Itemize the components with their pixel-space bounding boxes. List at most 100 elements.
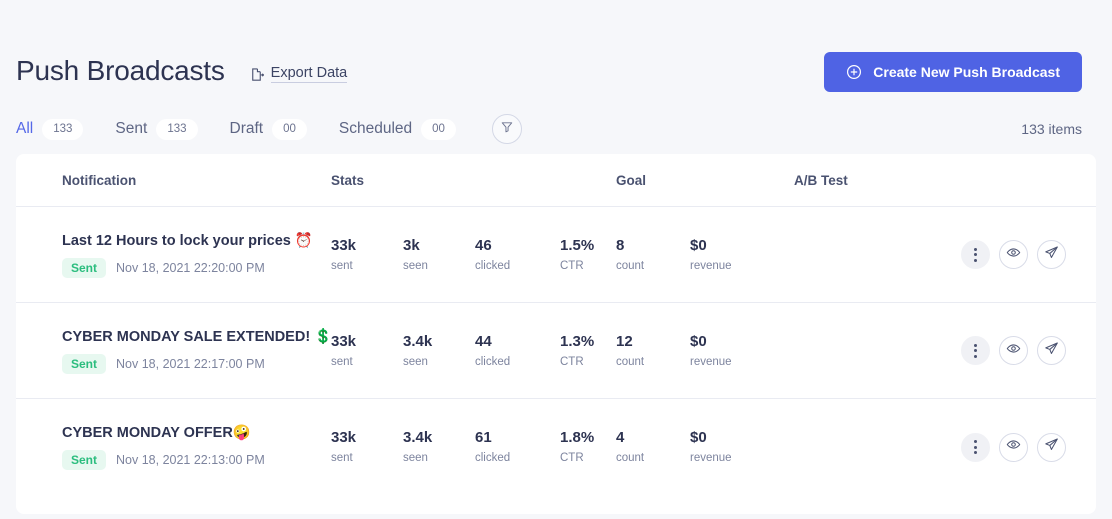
stat-ctr-value: 1.8% xyxy=(560,429,595,446)
status-badge: Sent xyxy=(62,450,107,470)
funnel-filter-icon xyxy=(500,120,514,139)
row-actions xyxy=(961,240,1066,269)
create-button-label: Create New Push Broadcast xyxy=(873,64,1060,80)
more-options-button[interactable] xyxy=(961,432,990,462)
stat-sent-label: sent xyxy=(331,259,353,272)
stat-ctr-value: 1.3% xyxy=(560,332,595,350)
tab-sent-label: Sent xyxy=(115,120,148,137)
stat-sent: 33k sent xyxy=(331,237,403,273)
stat-sent: 33k sent xyxy=(331,429,403,465)
more-options-button[interactable] xyxy=(961,336,990,365)
filter-tabs-bar: All 133 Sent 133 Draft 00 Scheduled 00 1… xyxy=(0,104,1112,154)
stat-clicked-value: 61 xyxy=(475,429,492,446)
notification-cell: CYBER MONDAY OFFER🤪 Sent Nov 18, 2021 22… xyxy=(46,424,331,470)
stat-revenue: $0 revenue xyxy=(690,237,764,273)
stats-cell: 33k sent 3.4k seen 61 clicked 1.8% CTR xyxy=(331,429,616,465)
stat-ctr-label: CTR xyxy=(560,355,584,368)
tab-sent-count: 133 xyxy=(156,118,198,140)
tab-all-label: All xyxy=(16,120,34,137)
create-new-push-broadcast-button[interactable]: Create New Push Broadcast xyxy=(824,52,1082,92)
stat-clicked: 44 clicked xyxy=(475,333,560,369)
stat-sent: 33k sent xyxy=(331,333,403,369)
column-header-notification: Notification xyxy=(62,172,137,188)
export-data-label: Export Data xyxy=(270,65,348,83)
filter-button[interactable] xyxy=(491,114,522,144)
notification-cell: Last 12 Hours to lock your prices ⏰ Sent… xyxy=(46,232,331,278)
eye-icon xyxy=(1006,245,1021,265)
stat-revenue: $0 revenue xyxy=(690,429,764,465)
preview-button[interactable] xyxy=(999,240,1028,269)
stat-sent-label: sent xyxy=(331,452,353,464)
stat-clicked-value: 44 xyxy=(475,332,492,350)
table-row[interactable]: Last 12 Hours to lock your prices ⏰ Sent… xyxy=(16,207,1096,303)
stat-seen-value: 3k xyxy=(403,236,420,254)
table-header-row: Notification Stats Goal A/B Test xyxy=(16,154,1096,207)
tab-sent[interactable]: Sent 133 xyxy=(115,118,198,140)
stat-count-label: count xyxy=(616,355,645,368)
tab-all-count: 133 xyxy=(42,118,84,140)
stat-count-value: 4 xyxy=(616,429,625,446)
column-header-stats: Stats xyxy=(331,172,365,188)
stat-count: 4 count xyxy=(616,429,690,465)
tab-all[interactable]: All 133 xyxy=(16,118,84,140)
tab-scheduled[interactable]: Scheduled 00 xyxy=(339,118,456,140)
stat-seen-value: 3.4k xyxy=(403,429,433,446)
items-count: 133 items xyxy=(1021,121,1082,137)
stat-clicked-value: 46 xyxy=(475,236,492,254)
stat-sent-value: 33k xyxy=(331,236,357,254)
stat-ctr: 1.8% CTR xyxy=(560,429,616,465)
notification-cell: CYBER MONDAY SALE EXTENDED! 💲 Sent Nov 1… xyxy=(46,328,333,374)
broadcasts-table: Notification Stats Goal A/B Test Last 12… xyxy=(16,154,1096,495)
goal-cell: 12 count $0 revenue xyxy=(616,333,794,369)
stats-cell: 33k sent 3.4k seen 44 clicked 1.3% CTR xyxy=(331,333,616,369)
preview-button[interactable] xyxy=(999,432,1028,462)
send-button[interactable] xyxy=(1037,336,1066,365)
goal-cell: 8 count $0 revenue xyxy=(616,237,794,273)
more-options-button[interactable] xyxy=(961,240,990,269)
push-broadcasts-page: Push Broadcasts Export Data Create New P… xyxy=(0,0,1112,519)
eye-icon xyxy=(1006,437,1021,457)
timestamp: Nov 18, 2021 22:13:00 PM xyxy=(116,453,265,467)
row-actions xyxy=(961,336,1066,365)
notification-title: CYBER MONDAY OFFER🤪 xyxy=(62,425,251,441)
tab-draft-count: 00 xyxy=(272,118,307,140)
stat-count-value: 12 xyxy=(616,332,633,350)
tab-scheduled-count: 00 xyxy=(421,118,456,140)
send-button[interactable] xyxy=(1037,240,1066,269)
export-data-link[interactable]: Export Data xyxy=(249,65,348,83)
tab-draft[interactable]: Draft 00 xyxy=(229,118,307,140)
stat-revenue-value: $0 xyxy=(690,236,707,254)
timestamp: Nov 18, 2021 22:17:00 PM xyxy=(116,356,265,371)
stat-seen-label: seen xyxy=(403,259,428,272)
goal-cell: 4 count $0 revenue xyxy=(616,429,794,465)
timestamp: Nov 18, 2021 22:20:00 PM xyxy=(116,260,265,275)
tab-draft-label: Draft xyxy=(229,120,264,137)
broadcasts-card: Notification Stats Goal A/B Test Last 12… xyxy=(16,154,1096,514)
stat-sent-value: 33k xyxy=(331,429,357,446)
table-row[interactable]: CYBER MONDAY SALE EXTENDED! 💲 Sent Nov 1… xyxy=(16,303,1096,399)
preview-button[interactable] xyxy=(999,336,1028,365)
send-button[interactable] xyxy=(1037,432,1066,462)
notification-title: CYBER MONDAY SALE EXTENDED! 💲 xyxy=(62,328,333,345)
stat-seen-label: seen xyxy=(403,355,428,368)
paper-plane-icon xyxy=(1044,245,1059,265)
stat-seen: 3.4k seen xyxy=(403,429,475,465)
stat-ctr-label: CTR xyxy=(560,259,584,272)
stat-clicked: 46 clicked xyxy=(475,237,560,273)
more-vertical-icon xyxy=(974,440,977,454)
stat-sent-label: sent xyxy=(331,355,353,368)
page-title: Push Broadcasts xyxy=(16,55,225,86)
stats-cell: 33k sent 3k seen 46 clicked 1.5% CTR xyxy=(331,237,616,273)
stat-seen-value: 3.4k xyxy=(403,332,433,350)
stat-revenue: $0 revenue xyxy=(690,333,764,369)
stat-revenue-label: revenue xyxy=(690,452,732,464)
row-actions xyxy=(961,432,1066,462)
notification-title: Last 12 Hours to lock your prices ⏰ xyxy=(62,232,313,249)
stat-seen: 3k seen xyxy=(403,237,475,273)
stat-clicked-label: clicked xyxy=(475,355,511,368)
stat-ctr-value: 1.5% xyxy=(560,236,595,254)
notification-meta: Sent Nov 18, 2021 22:20:00 PM xyxy=(62,257,331,278)
notification-meta: Sent Nov 18, 2021 22:13:00 PM xyxy=(62,450,331,470)
table-row[interactable]: CYBER MONDAY OFFER🤪 Sent Nov 18, 2021 22… xyxy=(16,399,1096,495)
stat-ctr-label: CTR xyxy=(560,452,584,464)
